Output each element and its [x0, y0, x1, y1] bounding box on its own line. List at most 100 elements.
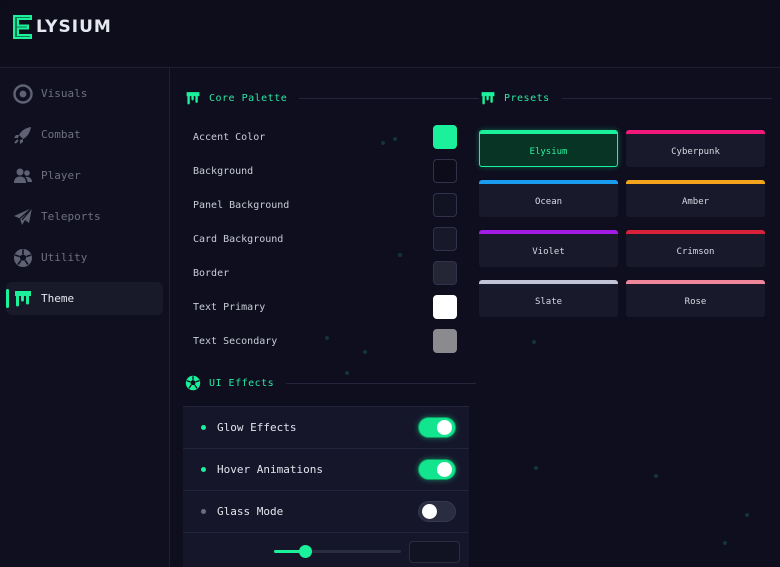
slider-value-input[interactable]: [409, 541, 460, 563]
preset-amber[interactable]: Amber: [626, 180, 765, 217]
toggle-knob: [422, 504, 437, 519]
preset-name: Amber: [681, 197, 710, 207]
hover-animations-toggle[interactable]: [418, 459, 456, 480]
sidebar: Visuals Combat Player Teleports Utility: [0, 68, 170, 567]
brand-name: LYSIUM: [36, 17, 112, 37]
section-title: Core Palette: [209, 92, 288, 104]
status-dot: [201, 425, 206, 430]
paint-drip-icon: [13, 289, 33, 309]
sidebar-item-label: Teleports: [41, 210, 101, 223]
sidebar-item-utility[interactable]: Utility: [6, 241, 163, 274]
slider-thumb[interactable]: [299, 545, 312, 558]
ui-effects-header: UI Effects: [185, 373, 477, 393]
app-window: LYSIUM Visuals Combat Player Teleports U…: [0, 0, 780, 567]
paper-plane-icon: [13, 207, 33, 227]
card-background-color-swatch[interactable]: [433, 227, 457, 251]
soccer-ball-icon: [185, 375, 201, 391]
panel-background-color-swatch[interactable]: [433, 193, 457, 217]
preset-color-bar: [626, 180, 765, 184]
preset-violet[interactable]: Violet: [479, 230, 618, 267]
presets-header: Presets: [480, 88, 772, 108]
sidebar-item-label: Utility: [41, 251, 88, 264]
preset-name: Crimson: [676, 247, 715, 257]
glass-mode-toggle[interactable]: [418, 501, 456, 522]
effect-label: Hover Animations: [217, 463, 323, 476]
palette-label-panel-background: Panel Background: [193, 200, 290, 211]
sidebar-item-label: Combat: [41, 128, 81, 141]
logo-icon: [12, 14, 34, 40]
core-palette-header: Core Palette: [185, 88, 480, 108]
toggle-knob: [437, 420, 452, 435]
palette-label-border: Border: [193, 268, 230, 279]
section-divider: [299, 97, 480, 99]
border-color-swatch[interactable]: [433, 261, 457, 285]
preset-name: Elysium: [529, 147, 568, 157]
status-dot: [201, 467, 206, 472]
paint-drip-icon: [186, 91, 200, 104]
preset-color-bar: [479, 180, 618, 184]
palette-label-card-background: Card Background: [193, 234, 284, 245]
background-particle: [381, 141, 385, 145]
preset-color-bar: [626, 280, 765, 284]
preset-name: Rose: [684, 297, 707, 307]
paint-drip-icon: [481, 91, 495, 104]
rocket-icon: [13, 125, 33, 145]
palette-label-background: Background: [193, 166, 254, 177]
preset-ocean[interactable]: Ocean: [479, 180, 618, 217]
eye-target-icon: [13, 83, 33, 104]
section-divider: [561, 97, 772, 99]
text-primary-color-swatch[interactable]: [433, 295, 457, 319]
status-dot: [201, 509, 206, 514]
sidebar-item-label: Theme: [41, 292, 75, 305]
preset-name: Slate: [534, 297, 563, 307]
preset-name: Violet: [532, 247, 565, 257]
glow-effects-toggle[interactable]: [418, 417, 456, 438]
background-particle: [534, 466, 538, 470]
background-particle: [363, 350, 367, 354]
sidebar-item-teleports[interactable]: Teleports: [6, 200, 163, 233]
text-secondary-color-swatch[interactable]: [433, 329, 457, 353]
section-title: UI Effects: [209, 377, 275, 389]
preset-name: Ocean: [534, 197, 563, 207]
palette-label-accent-color: Accent Color: [193, 132, 266, 143]
preset-color-bar: [479, 230, 618, 234]
effect-label: Glass Mode: [217, 505, 284, 518]
preset-elysium[interactable]: Elysium: [479, 130, 618, 167]
preset-color-bar: [480, 130, 617, 134]
theme-settings-panel: Core Palette Accent Color Background Pan…: [170, 68, 780, 567]
sidebar-item-combat[interactable]: Combat: [6, 118, 163, 151]
background-color-swatch[interactable]: [433, 159, 457, 183]
logo: LYSIUM: [12, 14, 112, 40]
preset-rose[interactable]: Rose: [626, 280, 765, 317]
accent-color-swatch[interactable]: [433, 125, 457, 149]
preset-crimson[interactable]: Crimson: [626, 230, 765, 267]
sidebar-item-label: Player: [41, 169, 81, 182]
background-particle: [745, 513, 749, 517]
effect-label: Glow Effects: [217, 421, 297, 434]
preset-color-bar: [626, 130, 765, 134]
preset-color-bar: [626, 230, 765, 234]
toggle-knob: [437, 462, 452, 477]
background-particle: [654, 474, 658, 478]
top-bar: LYSIUM: [0, 0, 780, 68]
sidebar-item-visuals[interactable]: Visuals: [6, 77, 163, 110]
preset-cyberpunk[interactable]: Cyberpunk: [626, 130, 765, 167]
sidebar-item-label: Visuals: [41, 87, 88, 100]
section-title: Presets: [504, 92, 550, 104]
slider-track[interactable]: [274, 545, 401, 558]
section-divider: [286, 382, 477, 384]
preset-slate[interactable]: Slate: [479, 280, 618, 317]
users-icon: [13, 166, 33, 186]
background-particle: [398, 253, 402, 257]
background-particle: [532, 340, 536, 344]
glow-effects-row: Glow Effects: [183, 406, 469, 448]
background-particle: [723, 541, 727, 545]
soccer-ball-icon: [13, 248, 33, 268]
preset-name: Cyberpunk: [671, 147, 720, 157]
sidebar-item-player[interactable]: Player: [6, 159, 163, 192]
hover-animations-row: Hover Animations: [183, 448, 469, 490]
preset-color-bar: [479, 280, 618, 284]
background-particle: [325, 336, 329, 340]
palette-label-text-secondary: Text Secondary: [193, 336, 278, 347]
sidebar-item-theme[interactable]: Theme: [6, 282, 163, 315]
